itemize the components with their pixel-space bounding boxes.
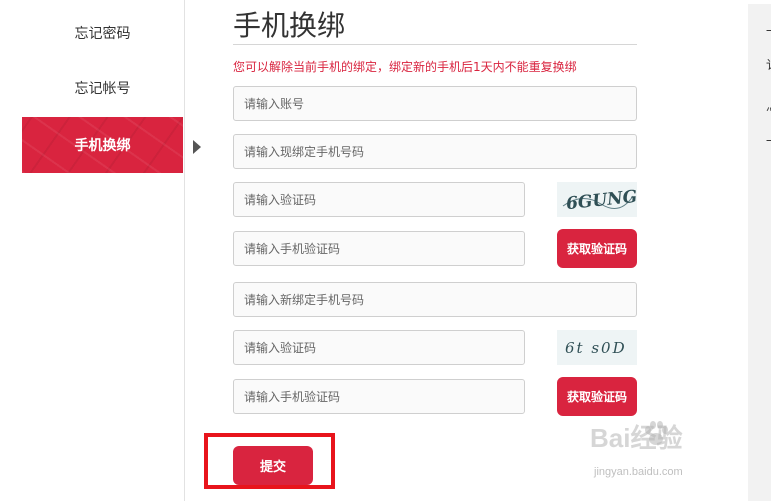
captcha-text-2: 6t s0D [565,339,627,357]
get-code-button-1[interactable]: 获取验证码 [557,229,637,268]
right-panel: 一 讠 灬 一 [748,4,771,501]
watermark-text: Bai经验 [590,423,683,453]
sms-code-input-2[interactable] [233,379,525,414]
watermark-url: jingyan.baidu.com [594,466,683,478]
right-panel-text: 一 [766,132,771,149]
sidebar: 忘记密码 忘记帐号 手机换绑 [0,0,185,501]
right-panel-text: 一 [766,22,771,39]
active-pointer-arrow-icon [193,140,201,154]
right-panel-text: 灬 [766,97,771,114]
account-input[interactable] [233,86,637,121]
captcha-input-2[interactable] [233,330,525,365]
page-title: 手机换绑 [233,9,346,42]
paw-icon [645,421,668,445]
current-phone-input[interactable] [233,134,637,169]
sidebar-item-forgot-password[interactable]: 忘记密码 [22,5,183,61]
sidebar-item-label: 手机换绑 [74,138,131,154]
captcha-graphic-2: 6t s0D [565,339,627,357]
rebind-notice: 您可以解除当前手机的绑定，绑定新的手机后1天内不能重复换绑 [233,60,577,74]
sidebar-item-label: 忘记密码 [74,26,131,42]
submit-highlight-box [204,433,335,489]
sidebar-item-forgot-account[interactable]: 忘记帐号 [22,60,183,116]
title-divider [233,44,637,45]
captcha-text-1: 6GUNG [565,187,637,214]
sms-code-input-1[interactable] [233,231,525,266]
new-phone-input[interactable] [233,282,637,317]
right-panel-text: 讠 [766,56,771,73]
get-code-button-2[interactable]: 获取验证码 [557,377,637,416]
baidu-jingyan-watermark: Bai经验 jingyan.baidu.com [590,418,760,488]
captcha-image-2[interactable]: 6t s0D [557,330,637,365]
captcha-input-1[interactable] [233,182,525,217]
captcha-graphic-1: 6GUNG [562,187,637,214]
sidebar-item-label: 忘记帐号 [74,81,131,97]
captcha-image-1[interactable]: 6GUNG [557,182,637,217]
sidebar-item-phone-rebind[interactable]: 手机换绑 [22,117,183,173]
